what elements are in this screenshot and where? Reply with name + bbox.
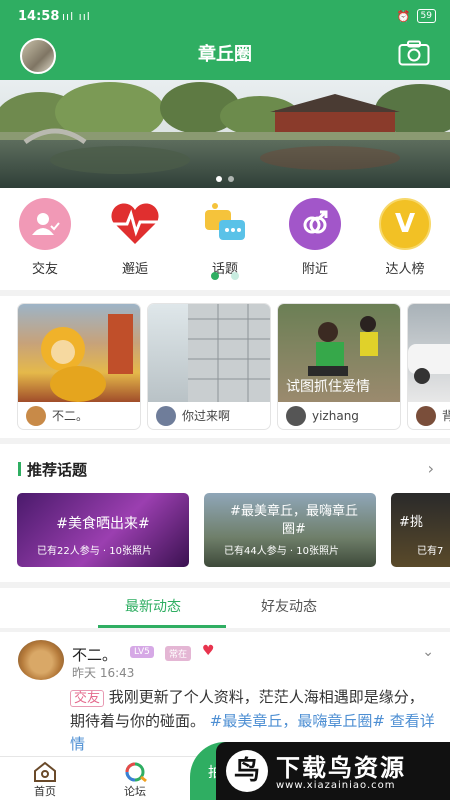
topic-stats: 已有7: [417, 546, 444, 557]
page-dot-active[interactable]: [211, 272, 219, 280]
photo-card[interactable]: 你过来啊: [148, 304, 270, 429]
category-nearby[interactable]: 附近: [280, 198, 350, 277]
top-bar: 14:58 ııl ııl ⏰ 59 章丘圈: [0, 0, 450, 80]
tab-friends[interactable]: 好友动态: [261, 596, 317, 616]
friends-icon: [19, 198, 71, 250]
banner-indicator: [0, 176, 450, 182]
photo-username: 背: [442, 409, 450, 423]
photo-image: [18, 304, 140, 402]
photo-username: 不二。: [52, 409, 89, 423]
signal-icon: ııl ııl: [62, 10, 91, 23]
photo-footer: 背: [408, 402, 450, 429]
topic-stats: 已有44人参与 · 10张照片: [224, 546, 339, 557]
category-row: 交友 邂逅 话题 附近 V 达人榜: [0, 188, 450, 290]
alarm-icon: ⏰: [396, 9, 411, 23]
photo-image: [148, 304, 270, 402]
camera-icon[interactable]: [398, 40, 430, 66]
page-title: 章丘圈: [198, 44, 252, 65]
banner-carousel[interactable]: [0, 80, 450, 188]
photo-caption: 试图抓住爱情: [286, 379, 370, 395]
photo-card[interactable]: 背: [408, 304, 450, 429]
user-avatar-small: [416, 405, 436, 426]
post-avatar[interactable]: [18, 640, 64, 680]
watermark: 鸟 下载鸟资源 www.xiazainiao.com: [216, 742, 450, 800]
topic-card[interactable]: #最美章丘，最嗨章丘圈# 已有44人参与 · 10张照片: [204, 493, 376, 567]
user-avatar-small: [286, 405, 306, 426]
photo-card[interactable]: 不二。: [18, 304, 140, 429]
user-avatar-small: [156, 405, 176, 426]
nav-home-label: 首页: [34, 785, 56, 798]
banner-image: [0, 80, 450, 188]
photo-username: 你过来啊: [182, 409, 231, 423]
photo-username: yizhang: [312, 408, 359, 423]
user-avatar-small: [26, 405, 46, 426]
topic-title: #最美章丘，最嗨章丘圈#: [230, 504, 358, 537]
watermark-logo: 鸟: [226, 750, 268, 792]
category-page-indicator: [0, 272, 450, 280]
feed-post[interactable]: 不二。 LV5 常在 ♥ 昨天 16:43 ⌄ 交友 我刚更新了个人资料，茫茫人…: [0, 632, 450, 756]
nav-forum-label: 论坛: [124, 785, 146, 798]
post-time: 昨天 16:43: [72, 666, 135, 680]
tab-latest[interactable]: 最新动态: [125, 596, 181, 616]
topic-stats: 已有22人参与 · 10张照片: [37, 546, 152, 557]
home-icon: [15, 761, 75, 783]
banner-dot-active[interactable]: [216, 176, 222, 182]
topic-card[interactable]: #挑 已有7: [391, 493, 450, 567]
photo-card[interactable]: 试图抓住爱情 yizhang: [278, 304, 400, 429]
section-title: 推荐话题: [27, 461, 88, 479]
feed-tabs: 最新动态 好友动态: [0, 588, 450, 628]
heart-icon: ♥: [202, 643, 215, 659]
category-topics[interactable]: 话题: [190, 198, 260, 277]
chat-bubbles-icon: [199, 198, 251, 250]
heartbeat-icon: [109, 198, 161, 250]
photo-footer: 不二。: [18, 402, 140, 429]
level-badge: LV5: [130, 646, 154, 658]
photo-image: 试图抓住爱情: [278, 304, 400, 402]
photo-image: [408, 304, 450, 402]
post-hashtag[interactable]: #最美章丘，最嗨章丘圈#: [210, 712, 385, 730]
section-accent-bar: [18, 462, 21, 476]
category-friends[interactable]: 交友: [10, 198, 80, 277]
watermark-url: www.xiazainiao.com: [276, 780, 396, 791]
post-category-tag[interactable]: 交友: [70, 690, 105, 707]
nav-home[interactable]: 首页: [15, 761, 75, 799]
v-badge-icon: V: [379, 198, 431, 250]
topic-title: #美食晒出来#: [56, 516, 150, 532]
chevron-down-icon[interactable]: ⌄: [422, 644, 434, 660]
gender-icon: [289, 198, 341, 250]
post-username[interactable]: 不二。: [72, 644, 117, 665]
photo-footer: yizhang: [278, 402, 400, 429]
forum-icon: [105, 761, 165, 783]
status-right: ⏰ 59: [397, 9, 436, 23]
category-encounter[interactable]: 邂逅: [100, 198, 170, 277]
chevron-right-icon[interactable]: ›: [428, 459, 434, 478]
status-time: 14:58: [18, 9, 60, 24]
recommended-topics: 推荐话题 › #美食晒出来# 已有22人参与 · 10张照片 #最美章丘，最嗨章…: [0, 444, 450, 582]
page-dot[interactable]: [231, 272, 239, 280]
photo-footer: 你过来啊: [148, 402, 270, 429]
topic-title: #挑: [399, 515, 423, 530]
watermark-brand: 下载鸟资源: [276, 754, 406, 782]
nav-forum[interactable]: 论坛: [105, 761, 165, 799]
tab-indicator: [98, 625, 226, 628]
battery-icon: 59: [416, 9, 436, 23]
topic-card[interactable]: #美食晒出来# 已有22人参与 · 10张照片: [17, 493, 189, 567]
banner-dot[interactable]: [228, 176, 234, 182]
status-bar: 14:58 ııl ııl ⏰ 59: [0, 0, 450, 32]
app-page: 14:58 ııl ııl ⏰ 59 章丘圈 交友 邂逅 话题 附近 V 达人榜…: [0, 0, 450, 800]
status-badge: 常在: [165, 646, 192, 661]
photo-strip: 不二。 你过来啊 试图抓住爱情 yizhang 背: [0, 296, 450, 438]
category-ranking[interactable]: V 达人榜: [370, 198, 440, 277]
